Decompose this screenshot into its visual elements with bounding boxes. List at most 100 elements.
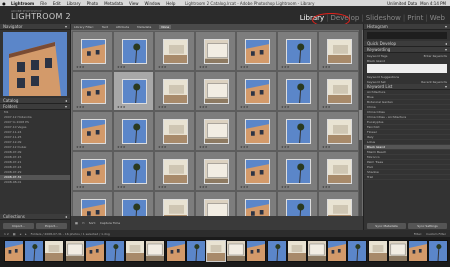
scroll-knob[interactable] <box>359 110 362 140</box>
collections-header[interactable]: Collections ◂ <box>0 214 70 220</box>
star-rating[interactable]: ★★★ <box>322 65 331 69</box>
grid-cell[interactable]: ★★★ <box>236 71 277 111</box>
grid-cell[interactable]: ★★★ <box>113 111 154 151</box>
keyword-row[interactable]: Trail <box>364 175 450 180</box>
grid-cell[interactable]: ★★★ <box>236 151 277 191</box>
forward-arrow-icon[interactable]: ▸ <box>25 232 27 236</box>
star-rating[interactable]: ★★★ <box>117 105 126 109</box>
photo-thumbnail[interactable] <box>204 79 229 104</box>
grid-cell[interactable]: ★★★ <box>277 191 318 216</box>
star-rating[interactable]: ★★★ <box>240 185 249 189</box>
star-rating[interactable]: ★★★ <box>281 65 290 69</box>
star-rating[interactable]: ★★★ <box>117 65 126 69</box>
star-rating[interactable]: ★★★ <box>158 65 167 69</box>
star-rating[interactable]: ★★★ <box>76 105 85 109</box>
menu-library[interactable]: Library <box>64 1 84 6</box>
sort-value[interactable]: Capture Time <box>100 221 120 225</box>
grid-cell[interactable]: ★★★ <box>154 111 195 151</box>
filmstrip-thumbnail[interactable] <box>367 240 388 262</box>
star-rating[interactable]: ★★★ <box>158 185 167 189</box>
photo-thumbnail[interactable] <box>122 79 147 104</box>
photo-thumbnail[interactable] <box>327 119 352 144</box>
grid-cell[interactable]: ★★★ <box>236 111 277 151</box>
module-slideshow[interactable]: Slideshow <box>365 14 402 22</box>
photo-thumbnail[interactable] <box>204 159 229 184</box>
photo-thumbnail[interactable] <box>163 39 188 64</box>
filmstrip-thumbnail[interactable] <box>105 240 125 262</box>
star-rating[interactable]: ★★★ <box>76 65 85 69</box>
filmstrip-thumbnail[interactable] <box>64 240 85 262</box>
menu-window[interactable]: Window <box>142 1 164 6</box>
photo-thumbnail[interactable] <box>245 199 270 216</box>
photo-thumbnail[interactable] <box>327 39 352 64</box>
photo-thumbnail[interactable] <box>81 199 106 216</box>
star-rating[interactable]: ★★★ <box>281 145 290 149</box>
back-arrow-icon[interactable]: ◂ <box>20 232 22 236</box>
filmstrip-thumbnail[interactable] <box>387 240 408 262</box>
grid-cell[interactable]: ★★★ <box>72 151 113 191</box>
filmstrip-thumbnail[interactable] <box>286 240 307 262</box>
star-rating[interactable]: ★★★ <box>76 145 85 149</box>
grid-cell[interactable]: ★★★ <box>113 191 154 216</box>
grid-cell[interactable]: ★★★ <box>195 31 236 71</box>
filmstrip-thumbnail[interactable] <box>145 240 166 262</box>
photo-thumbnail[interactable] <box>122 119 147 144</box>
photo-thumbnail[interactable] <box>163 79 188 104</box>
grid-cell[interactable]: ★★★ <box>318 111 359 151</box>
photo-thumbnail[interactable] <box>286 79 311 104</box>
filmstrip-thumbnail[interactable] <box>307 240 327 262</box>
star-rating[interactable]: ★★★ <box>322 145 331 149</box>
filmstrip-thumbnail[interactable] <box>84 240 105 262</box>
filter-text[interactable]: Text <box>102 25 108 29</box>
photo-thumbnail[interactable] <box>81 159 106 184</box>
grid-cell[interactable]: ★★★ <box>318 71 359 111</box>
photo-thumbnail[interactable] <box>286 119 311 144</box>
photo-thumbnail[interactable] <box>286 159 311 184</box>
filmstrip-thumbnail[interactable] <box>347 240 368 262</box>
grid-cell[interactable]: ★★★ <box>154 31 195 71</box>
grid-cell[interactable]: ★★★ <box>277 111 318 151</box>
photo-thumbnail[interactable] <box>81 39 106 64</box>
photo-thumbnail[interactable] <box>245 159 270 184</box>
grid-cell[interactable]: ★★★ <box>318 31 359 71</box>
menu-file[interactable]: File <box>37 1 50 6</box>
export-button[interactable]: Export... <box>36 223 67 229</box>
star-rating[interactable]: ★★★ <box>76 185 85 189</box>
star-rating[interactable]: ★★★ <box>117 185 126 189</box>
star-rating[interactable]: ★★★ <box>322 185 331 189</box>
grid-cell[interactable]: ★★★ <box>72 191 113 216</box>
menu-view[interactable]: View <box>126 1 142 6</box>
photo-thumbnail[interactable] <box>122 199 147 216</box>
photo-thumbnail[interactable] <box>163 159 188 184</box>
menu-lightroom[interactable]: Lightroom <box>8 1 37 6</box>
menu-metadata[interactable]: Metadata <box>101 1 126 6</box>
photo-thumbnail[interactable] <box>245 79 270 104</box>
photo-thumbnail[interactable] <box>327 79 352 104</box>
filmstrip-filter-value[interactable]: Custom Filter <box>426 232 446 236</box>
photo-thumbnail[interactable] <box>163 199 188 216</box>
star-rating[interactable]: ★★★ <box>199 145 208 149</box>
filmstrip-thumbnail[interactable] <box>246 240 267 262</box>
menu-photo[interactable]: Photo <box>84 1 101 6</box>
grid-cell[interactable]: ★★★ <box>113 151 154 191</box>
photo-thumbnail[interactable] <box>204 119 229 144</box>
filmstrip-thumbnail[interactable] <box>226 240 247 262</box>
photo-thumbnail[interactable] <box>81 119 106 144</box>
grid-cell[interactable]: ★★★ <box>195 191 236 216</box>
grid-cell[interactable]: ★★★ <box>113 31 154 71</box>
grid-cell[interactable]: ★★★ <box>318 151 359 191</box>
photo-thumbnail[interactable] <box>286 39 311 64</box>
filmstrip-thumbnail[interactable] <box>266 240 287 262</box>
grid-cell[interactable]: ★★★ <box>113 71 154 111</box>
grid-cell[interactable]: ★★★ <box>154 151 195 191</box>
grid-cell[interactable]: ★★★ <box>195 71 236 111</box>
sync-metadata-button[interactable]: Sync Metadata <box>367 223 406 229</box>
menu-edit[interactable]: Edit <box>50 1 64 6</box>
photo-thumbnail[interactable] <box>81 79 106 104</box>
grid-cell[interactable]: ★★★ <box>154 191 195 216</box>
star-rating[interactable]: ★★★ <box>281 105 290 109</box>
grid-cell[interactable]: ★★★ <box>195 151 236 191</box>
photo-thumbnail[interactable] <box>245 39 270 64</box>
filmstrip-thumbnail[interactable] <box>327 240 348 262</box>
grid-cell[interactable]: ★★★ <box>318 191 359 216</box>
